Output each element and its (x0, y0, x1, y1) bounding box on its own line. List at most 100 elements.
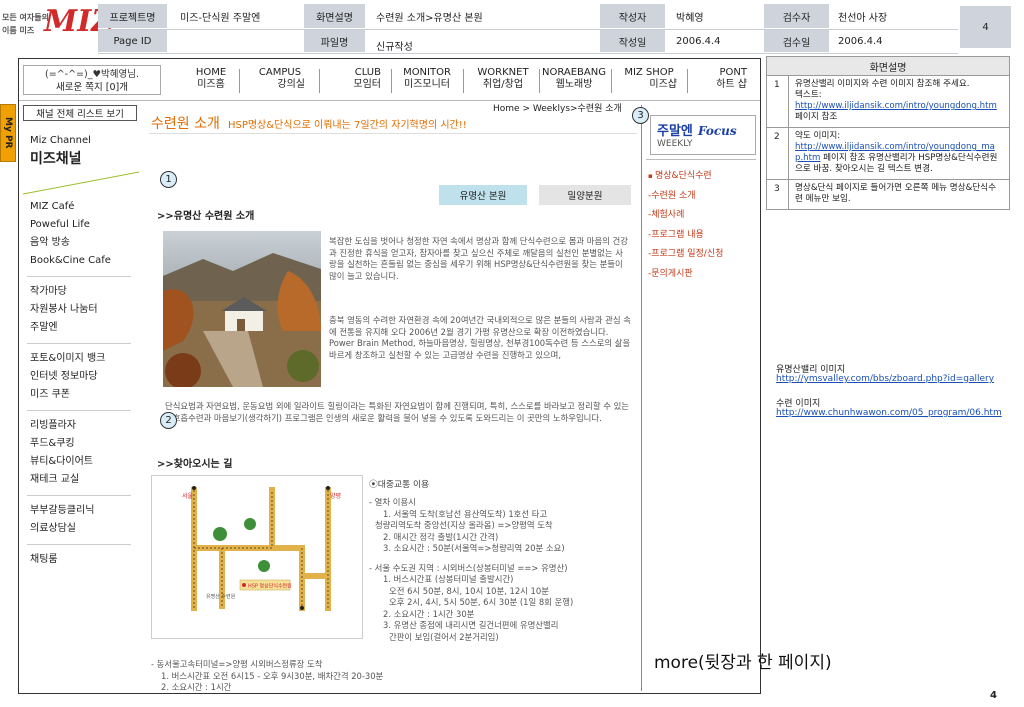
sidebar-item[interactable]: 음악 방송 (30, 234, 139, 252)
notes-row: 2 약도 이미지: http://www.iljidansik.com/intr… (766, 128, 1010, 180)
my-pr-tab[interactable]: My PR (0, 104, 16, 162)
focus-menu-label: -프로그램 일정/신청 (648, 249, 724, 260)
transport-line: 오후 2시, 4시, 5시 50분, 6시 30분 (1일 8회 운행) (389, 597, 574, 607)
image-ref-link-2[interactable]: http://www.chunhwawon.com/05_program/06.… (776, 408, 1002, 418)
project-value: 미즈-단식원 주말엔 (174, 4, 300, 28)
sidebar-item[interactable]: 재테크 교실 (30, 471, 139, 489)
transport-title: ⦿대중교통 이용 (369, 480, 430, 490)
sidebar-item[interactable]: Book&Cine Cafe (30, 252, 139, 270)
nav-separator (611, 69, 612, 93)
sidebar-item[interactable]: 리빙플라자 (30, 417, 139, 435)
focus-box: 주말엔 Focus WEEKLY (650, 115, 756, 155)
focus-weekly: WEEKLY (657, 139, 693, 149)
reviewer-label: 검수자 (764, 4, 830, 28)
nav-home-en: HOME (195, 67, 227, 78)
annotation-marker-2: 2 (160, 412, 177, 429)
login-messages[interactable]: 새로운 쪽지 [0]개 (24, 81, 160, 94)
more-note: more(뒷장과 한 페이지) (654, 653, 832, 673)
sidebar-item[interactable]: MIZ Café (30, 198, 139, 216)
reviewer-value: 천선아 사장 (832, 4, 956, 28)
focus-menu-item[interactable]: -프로그램 일정/신청 (648, 245, 760, 265)
sidebar-group: 부부갈등클리닉 의료상담실 (19, 502, 139, 538)
nav-mizshop-ko: 미즈샵 (649, 79, 677, 90)
bullet-icon: ▪ (648, 172, 655, 180)
nav-mizshop[interactable]: MIZ SHOP 미즈샵 (621, 67, 677, 91)
sidebar-item[interactable]: 포토&이미지 뱅크 (30, 350, 139, 368)
sidebar-item[interactable]: 의료상담실 (30, 520, 139, 538)
sidebar-item[interactable]: 인터넷 정보마당 (30, 368, 139, 386)
tab-miryang[interactable]: 밀양분원 (539, 185, 631, 205)
page-id-label: Page ID (98, 30, 168, 52)
date-value: 2006.4.4 (670, 30, 760, 52)
sidebar-item[interactable]: 부부갈등클리닉 (30, 502, 139, 520)
footer-page-number: 4 (990, 690, 997, 701)
nav-club-ko: 모임터 (353, 79, 381, 90)
transport-line: 3. 소요시간 : 50분(서울역=>청량리역 20분 소요) (383, 543, 565, 553)
sidebar-item[interactable]: 자원봉사 나눔터 (30, 301, 139, 319)
main-content: Home > Weeklys>수련원 소개 수련원 소개 HSP명상&단식으로 … (143, 103, 639, 693)
nav-monitor-en: MONITOR (403, 67, 451, 78)
channel-title-ko: 미즈채널 (30, 151, 82, 167)
nav-home[interactable]: HOME 미즈홈 (191, 67, 231, 91)
sidebar-item[interactable]: 미즈 쿠폰 (30, 386, 139, 404)
login-greeting-text: (=^-^=)_♥박혜영님. (45, 69, 139, 80)
miz-logo: 모든 여자들의 이름 미즈 MIZ (2, 4, 113, 46)
intro-paragraph-2: 충북 영동의 수려한 자연환경 속에 20여년간 국내외적으로 많은 분들의 사… (329, 315, 631, 360)
transport-line: 2. 매시간 정각 출발(1시간 간격) (383, 531, 499, 542)
sidebar-item[interactable]: 채팅룸 (30, 551, 139, 569)
transport-line: 1. 버스시간표 (상봉터미널 출발시간) (383, 574, 514, 584)
nav-worknet[interactable]: WORKNET 취업/창업 (473, 67, 533, 91)
notes-row-number: 1 (767, 76, 789, 127)
focus-menu-item[interactable]: -체험사례 (648, 206, 760, 226)
focus-menu-item[interactable]: -문의게시판 (648, 265, 760, 285)
nav-pont[interactable]: PONT 하트 샵 (703, 67, 747, 91)
focus-menu-item[interactable]: -수련원 소개 (648, 187, 760, 207)
nav-monitor[interactable]: MONITOR 미즈모니터 (397, 67, 457, 91)
intro-paragraph-1: 복잡한 도심을 벗어나 청정한 자연 속에서 명상과 함께 단식수련으로 몸과 … (329, 236, 628, 281)
valley-photo-graphic (163, 231, 321, 387)
screen-notes: 화면설명 1 유명산밸리 이미지와 수련 이미지 참조해 주세요. 텍스트: h… (766, 56, 1010, 210)
author-value: 박혜영 (670, 4, 760, 28)
sidebar-item[interactable]: 푸드&쿠킹 (30, 435, 139, 453)
login-greeting: (=^-^=)_♥박혜영님. (24, 68, 160, 81)
nav-separator (239, 69, 240, 93)
sidebar-item[interactable]: 작가마당 (30, 283, 139, 301)
nav-club[interactable]: CLUB 모임터 (335, 67, 381, 91)
map-label-yangpyeong: 양평 (330, 492, 341, 500)
channel-list-button[interactable]: 채널 전체 리스트 보기 (23, 105, 137, 121)
sidebar-divider (27, 544, 131, 545)
focus-menu-item[interactable]: -프로그램 내용 (648, 226, 760, 246)
section-intro-title: >>유명산 수련원 소개 (157, 211, 255, 222)
file-label: 파일명 (304, 30, 366, 52)
focus-menu-label: -프로그램 내용 (648, 229, 704, 240)
image-ref-link-1[interactable]: http://ymsvalley.com/bbs/zboard.php?id=g… (776, 374, 994, 384)
sidebar-item[interactable]: 뷰티&다이어트 (30, 453, 139, 471)
focus-menu-item[interactable]: ▪ 명상&단식수련 (648, 167, 760, 187)
nav-separator (539, 69, 540, 93)
focus-menu-label: -문의게시판 (648, 268, 693, 279)
login-box[interactable]: (=^-^=)_♥박혜영님. 새로운 쪽지 [0]개 (23, 65, 161, 95)
focus-panel: 주말엔 Focus WEEKLY ▪ 명상&단식수련 -수련원 소개 -체험사례 -프… (641, 105, 761, 691)
tab-yumyeongsan[interactable]: 유명산 본원 (439, 185, 527, 205)
sidebar-item[interactable]: 주말엔 (30, 319, 139, 337)
note1-link[interactable]: http://www.iljidansik.com/intro/youngdon… (795, 101, 997, 111)
transport-line: 2. 소요시간 : 1시간 30분 (383, 608, 475, 619)
transport-line: 1. 서울역 도착(호남선 용산역도착) 1호선 타고 (383, 508, 548, 519)
sidebar-item[interactable]: Poweful Life (30, 216, 139, 234)
nav-pont-ko: 하트 샵 (716, 79, 747, 90)
notes-row-text: 유명산밸리 이미지와 수련 이미지 참조해 주세요. 텍스트: http://w… (789, 76, 1009, 127)
header-divider (98, 29, 958, 30)
section-directions-title: >>찾아오시는 길 (157, 459, 233, 470)
screen-value: 수련원 소개>유명산 본원 (370, 4, 600, 28)
project-label: 프로젝트명 (98, 4, 168, 28)
logo-small-line2: 이름 미즈 (2, 26, 35, 35)
page-title-main: 수련원 소개 (151, 116, 220, 132)
sidebar: 채널 전체 리스트 보기 Miz Channel 미즈채널 MIZ Café Po… (19, 103, 140, 693)
focus-title-en: Focus (697, 124, 737, 138)
nav-noraebang[interactable]: NORAEBANG 웹노래방 (541, 67, 607, 91)
nav-campus-ko: 강의실 (277, 79, 305, 90)
nav-campus[interactable]: CAMPUS 강의실 (255, 67, 305, 91)
directions-map-graphic: 서울 양평 HSP 명상단식수련원 유명산 수련원 (182, 486, 341, 611)
focus-menu: ▪ 명상&단식수련 -수련원 소개 -체험사례 -프로그램 내용 -프로그램 일정/신청… (648, 167, 760, 285)
channel-divider-graphic (22, 171, 140, 195)
